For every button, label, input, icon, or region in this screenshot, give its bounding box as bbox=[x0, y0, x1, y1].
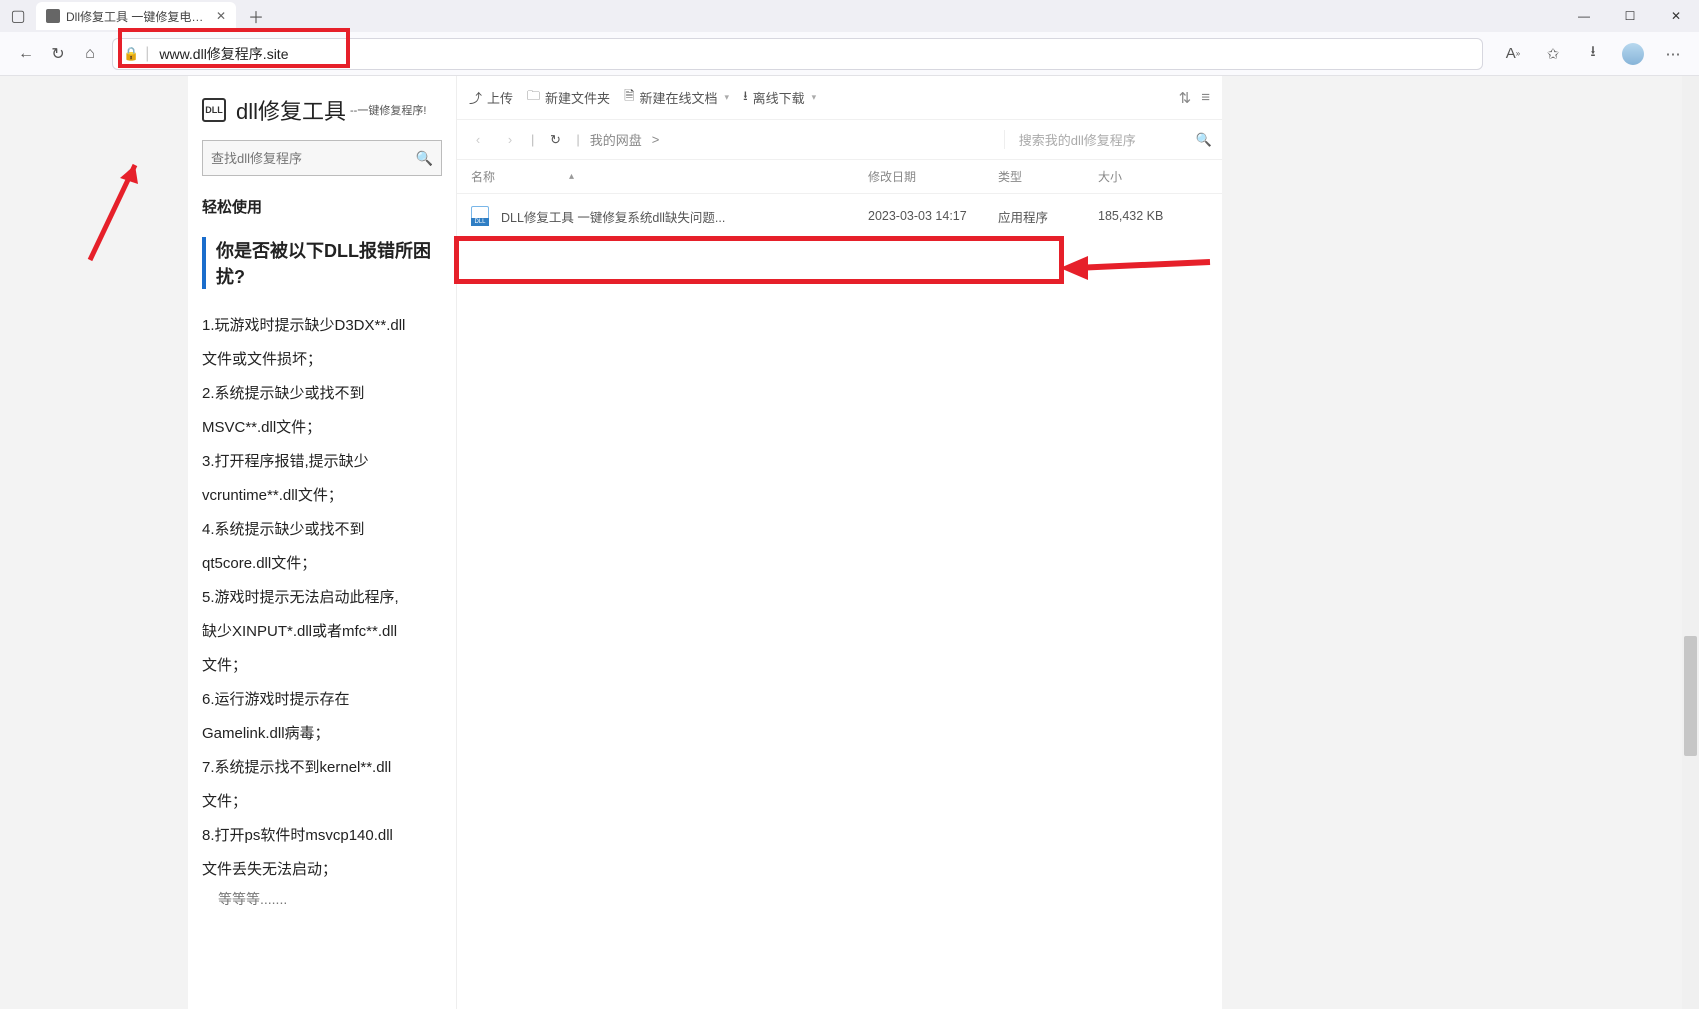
tab-title: Dll修复工具 一键修复电脑丢失Dll bbox=[66, 8, 208, 25]
page-content: DLL dll修复工具 --一键修复程序! 🔍 轻松使用 你是否被以下DLL报错… bbox=[0, 76, 1699, 1009]
read-aloud-icon[interactable]: A» bbox=[1497, 38, 1529, 70]
brand-subtitle: --一键修复程序! bbox=[350, 102, 426, 118]
para: qt5core.dll文件； bbox=[202, 549, 442, 579]
file-type: 应用程序 bbox=[998, 207, 1098, 226]
maximize-button[interactable]: ☐ bbox=[1607, 0, 1653, 32]
folder-icon: 🗀 bbox=[527, 87, 540, 109]
para: 文件； bbox=[202, 787, 442, 817]
sort-icon[interactable]: ⇅ bbox=[1179, 89, 1192, 107]
tab-overview-icon[interactable]: ▢ bbox=[6, 4, 30, 28]
brand-title: dll修复工具 bbox=[236, 94, 346, 126]
para: 缺少XINPUT*.dll或者mfc**.dll bbox=[202, 617, 442, 647]
titlebar: ▢ Dll修复工具 一键修复电脑丢失Dll ✕ ＋ — ☐ ✕ bbox=[0, 0, 1699, 32]
col-name[interactable]: 名称 bbox=[471, 168, 495, 185]
sort-asc-icon: ▴ bbox=[569, 171, 574, 182]
list-view-icon[interactable]: ≡ bbox=[1201, 89, 1210, 107]
para-ellipsis: 等等等....... bbox=[218, 889, 442, 909]
search-icon[interactable]: 🔍 bbox=[416, 150, 433, 167]
para: 4.系统提示缺少或找不到 bbox=[202, 515, 442, 545]
menu-icon[interactable]: ⋯ bbox=[1657, 38, 1689, 70]
file-name: DLL修复工具 一键修复系统dll缺失问题... bbox=[501, 207, 725, 226]
para: 2.系统提示缺少或找不到 bbox=[202, 379, 442, 409]
para: 8.打开ps软件时msvcp140.dll bbox=[202, 821, 442, 851]
close-icon[interactable]: ✕ bbox=[216, 9, 226, 23]
new-tab-button[interactable]: ＋ bbox=[244, 4, 268, 28]
breadcrumb-root[interactable]: 我的网盘 bbox=[590, 130, 642, 149]
question-heading: 你是否被以下DLL报错所困扰? bbox=[202, 237, 442, 289]
para: 文件； bbox=[202, 651, 442, 681]
file-list-header: 名称 ▴ 修改日期 类型 大小 bbox=[457, 160, 1222, 194]
refresh-button[interactable]: ↻ bbox=[42, 38, 74, 70]
nav-back-icon[interactable]: ‹ bbox=[467, 132, 489, 147]
file-panel: ⤴上传 🗀新建文件夹 🗎新建在线文档▾ ⭳离线下载▾ ⇅ ≡ ‹ › | ↻ |… bbox=[456, 76, 1222, 1009]
breadcrumb-bar: ‹ › | ↻ | 我的网盘 > 搜索我的dll修复程序 🔍 bbox=[457, 120, 1222, 160]
nav-refresh-icon[interactable]: ↻ bbox=[544, 132, 566, 148]
favorites-icon[interactable]: ✩ bbox=[1537, 38, 1569, 70]
upload-button[interactable]: ⤴上传 bbox=[469, 88, 513, 107]
file-icon bbox=[471, 206, 489, 226]
upload-icon: ⤴ bbox=[469, 88, 482, 107]
file-row[interactable]: DLL修复工具 一键修复系统dll缺失问题... 2023-03-03 14:1… bbox=[457, 194, 1222, 238]
brand-icon: DLL bbox=[202, 98, 226, 122]
browser-tab[interactable]: Dll修复工具 一键修复电脑丢失Dll ✕ bbox=[36, 2, 236, 30]
profile-avatar[interactable] bbox=[1617, 38, 1649, 70]
search-icon[interactable]: 🔍 bbox=[1196, 132, 1212, 148]
sidebar: DLL dll修复工具 --一键修复程序! 🔍 轻松使用 你是否被以下DLL报错… bbox=[188, 76, 456, 1009]
para: 文件丢失无法启动； bbox=[202, 855, 442, 885]
chevron-down-icon: ▾ bbox=[725, 92, 730, 103]
url-input[interactable]: 🔒 | www.dll修复程序.site bbox=[112, 38, 1483, 70]
page-scrollbar[interactable] bbox=[1682, 76, 1699, 1009]
favicon-icon bbox=[46, 9, 60, 23]
close-button[interactable]: ✕ bbox=[1653, 0, 1699, 32]
search-input[interactable] bbox=[211, 151, 416, 166]
brand: DLL dll修复工具 --一键修复程序! bbox=[202, 94, 442, 126]
para: vcruntime**.dll文件； bbox=[202, 481, 442, 511]
para: 3.打开程序报错,提示缺少 bbox=[202, 447, 442, 477]
col-date[interactable]: 修改日期 bbox=[868, 168, 998, 185]
search-box[interactable]: 🔍 bbox=[202, 140, 442, 176]
file-toolbar: ⤴上传 🗀新建文件夹 🗎新建在线文档▾ ⭳离线下载▾ ⇅ ≡ bbox=[457, 76, 1222, 120]
para: 1.玩游戏时提示缺少D3DX**.dll bbox=[202, 311, 442, 341]
section-heading: 轻松使用 bbox=[202, 196, 442, 217]
para: 5.游戏时提示无法启动此程序, bbox=[202, 583, 442, 613]
breadcrumb-sep: > bbox=[652, 132, 660, 147]
para: 7.系统提示找不到kernel**.dll bbox=[202, 753, 442, 783]
scrollbar-thumb[interactable] bbox=[1684, 636, 1697, 756]
chevron-down-icon: ▾ bbox=[812, 92, 817, 103]
home-button[interactable]: ⌂ bbox=[74, 38, 106, 70]
para: 文件或文件损坏； bbox=[202, 345, 442, 375]
panel-search-placeholder[interactable]: 搜索我的dll修复程序 bbox=[1019, 130, 1136, 149]
file-date: 2023-03-03 14:17 bbox=[868, 209, 998, 223]
para: Gamelink.dll病毒； bbox=[202, 719, 442, 749]
col-size[interactable]: 大小 bbox=[1098, 168, 1208, 185]
download-icon: ⭳ bbox=[743, 87, 748, 109]
window-controls: — ☐ ✕ bbox=[1561, 0, 1699, 32]
minimize-button[interactable]: — bbox=[1561, 0, 1607, 32]
downloads-icon[interactable]: ⭳ bbox=[1577, 38, 1609, 70]
col-type[interactable]: 类型 bbox=[998, 168, 1098, 185]
para: MSVC**.dll文件； bbox=[202, 413, 442, 443]
new-folder-button[interactable]: 🗀新建文件夹 bbox=[527, 87, 610, 109]
para: 6.运行游戏时提示存在 bbox=[202, 685, 442, 715]
nav-forward-icon[interactable]: › bbox=[499, 132, 521, 147]
document-icon: 🗎 bbox=[624, 87, 634, 109]
new-online-doc-button[interactable]: 🗎新建在线文档▾ bbox=[624, 87, 729, 109]
url-text: www.dll修复程序.site bbox=[159, 44, 288, 64]
file-size: 185,432 KB bbox=[1098, 209, 1208, 223]
offline-download-button[interactable]: ⭳离线下载▾ bbox=[743, 87, 816, 109]
back-button[interactable]: ← bbox=[10, 38, 42, 70]
lock-icon: 🔒 bbox=[123, 46, 139, 62]
address-bar: ← ↻ ⌂ 🔒 | www.dll修复程序.site A» ✩ ⭳ ⋯ bbox=[0, 32, 1699, 76]
